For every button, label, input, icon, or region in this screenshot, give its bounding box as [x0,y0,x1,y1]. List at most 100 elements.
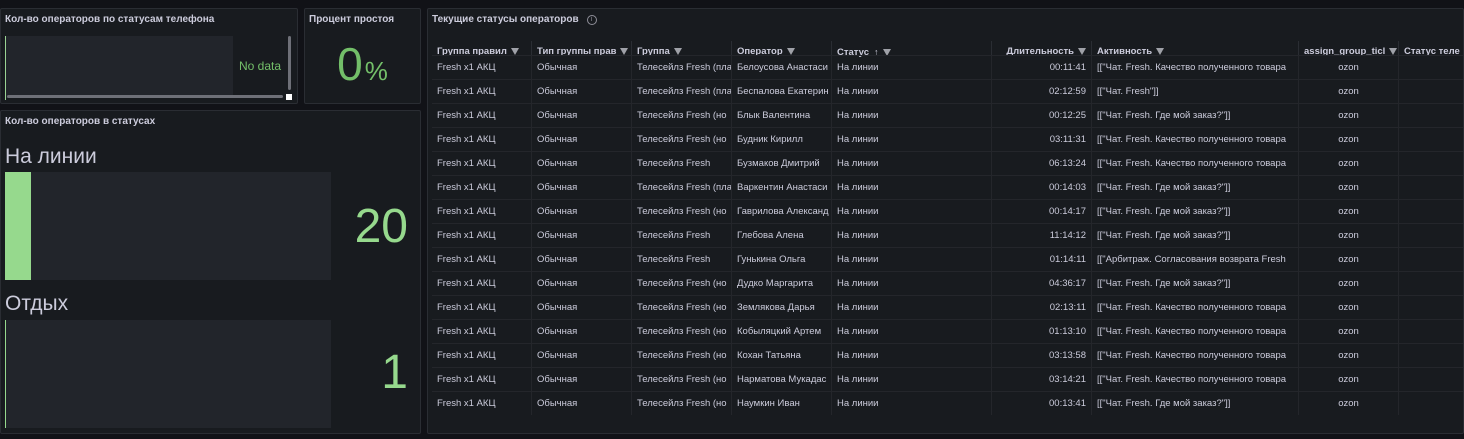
cell-operator: Землякова Дарья [732,296,832,319]
cell-duration: 01:13:10 [992,320,1092,343]
panel-title: Кол-во операторов в статусах [5,116,156,127]
table-row[interactable]: Fresh x1 АКЦ Обычная Телесейлз Fresh (пла Б… [432,55,1463,79]
cell-group-type: Обычная [532,200,632,223]
filter-icon[interactable] [786,48,795,55]
cell-group: Телесейлз Fresh (но [632,368,732,391]
table-row[interactable]: Fresh x1 АКЦ Обычная Телесейлз Fresh Глебов… [432,223,1463,247]
table-row[interactable]: Fresh x1 АКЦ Обычная Телесейлз Fresh Гуньки… [432,247,1463,271]
panel-status-counts: Кол-во операторов в статусах На линии 20… [0,110,421,434]
scroll-corner [286,94,292,100]
table-row[interactable]: Fresh x1 АКЦ Обычная Телесейлз Fresh (но Бу… [432,127,1463,151]
cell-duration: 06:13:24 [992,152,1092,175]
cell-group-type: Обычная [532,152,632,175]
cell-group-type: Обычная [532,104,632,127]
vertical-scrollbar[interactable] [288,36,291,90]
cell-group: Телесейлз Fresh (но [632,392,732,415]
cell-activity: [["Чат. Fresh. Качество полученного това… [1092,368,1299,391]
table-row[interactable]: Fresh x1 АКЦ Обычная Телесейлз Fresh (но Га… [432,199,1463,223]
bar-value: 1 [381,346,408,399]
cell-group: Телесейлз Fresh [632,224,732,247]
cell-rule-group: Fresh x1 АКЦ [432,344,532,367]
horizontal-scrollbar[interactable] [7,95,283,98]
cell-rule-group: Fresh x1 АКЦ [432,224,532,247]
cell-phone-status [1399,152,1463,175]
cell-assign-group: ozon [1299,344,1399,367]
cell-activity: [["Чат. Fresh. Качество полученного това… [1092,128,1299,151]
cell-group-type: Обычная [532,224,632,247]
cell-phone-status [1399,344,1463,367]
cell-duration: 02:13:11 [992,296,1092,319]
cell-activity: [["Чат. Fresh. Качество полученного това… [1092,320,1299,343]
cell-phone-status [1399,272,1463,295]
cell-assign-group: ozon [1299,248,1399,271]
table-row[interactable]: Fresh x1 АКЦ Обычная Телесейлз Fresh (но Бл… [432,103,1463,127]
bar-value: 20 [354,200,408,253]
table-row[interactable]: Fresh x1 АКЦ Обычная Телесейлз Fresh (но Ко… [432,319,1463,343]
filter-icon[interactable] [1156,48,1165,55]
cell-group: Телесейлз Fresh [632,248,732,271]
cell-group-type: Обычная [532,248,632,271]
bar-label: На линии [5,145,97,168]
cell-assign-group: ozon [1299,80,1399,103]
cell-group: Телесейлз Fresh (но [632,128,732,151]
chart-axis [5,36,6,100]
cell-rule-group: Fresh x1 АКЦ [432,368,532,391]
cell-rule-group: Fresh x1 АКЦ [432,320,532,343]
idle-value: 0 [337,38,363,90]
cell-duration: 02:12:59 [992,80,1092,103]
cell-operator: Наумкин Иван [732,392,832,415]
cell-assign-group: ozon [1299,56,1399,79]
filter-icon[interactable] [510,48,519,55]
cell-operator: Беспалова Екатерин [732,80,832,103]
cell-duration: 00:11:41 [992,56,1092,79]
cell-group-type: Обычная [532,368,632,391]
cell-group: Телесейлз Fresh (пла [632,56,732,79]
table-row[interactable]: Fresh x1 АКЦ Обычная Телесейлз Fresh (но Ду… [432,271,1463,295]
cell-status: На линии [832,392,992,415]
table-row[interactable]: Fresh x1 АКЦ Обычная Телесейлз Fresh (но Ко… [432,343,1463,367]
cell-phone-status [1399,80,1463,103]
cell-group-type: Обычная [532,296,632,319]
filter-icon[interactable] [1078,48,1086,55]
cell-phone-status [1399,128,1463,151]
cell-group: Телесейлз Fresh (но [632,296,732,319]
cell-phone-status [1399,368,1463,391]
info-icon[interactable]: i [586,15,597,25]
table-row[interactable]: Fresh x1 АКЦ Обычная Телесейлз Fresh (но Зе… [432,295,1463,319]
cell-rule-group: Fresh x1 АКЦ [432,152,532,175]
cell-duration: 03:13:58 [992,344,1092,367]
cell-activity: [["Чат. Fresh. Где мой заказ?"]] [1092,272,1299,295]
filter-icon[interactable] [673,48,682,55]
table-row[interactable]: Fresh x1 АКЦ Обычная Телесейлз Fresh (но На… [432,391,1463,415]
cell-operator: Гунькина Ольга [732,248,832,271]
cell-group: Телесейлз Fresh (но [632,272,732,295]
bar-fill [5,172,31,280]
cell-operator: Бузмаков Дмитрий [732,152,832,175]
cell-status: На линии [832,128,992,151]
table-row[interactable]: Fresh x1 АКЦ Обычная Телесейлз Fresh (но На… [432,367,1463,391]
cell-group: Телесейлз Fresh (но [632,320,732,343]
table-row[interactable]: Fresh x1 АКЦ Обычная Телесейлз Fresh (пла В… [432,175,1463,199]
cell-group-type: Обычная [532,128,632,151]
cell-duration: 00:13:41 [992,392,1092,415]
cell-rule-group: Fresh x1 АКЦ [432,392,532,415]
cell-assign-group: ozon [1299,176,1399,199]
filter-icon[interactable] [1389,48,1398,55]
cell-rule-group: Fresh x1 АКЦ [432,80,532,103]
bar-track [5,320,331,428]
cell-rule-group: Fresh x1 АКЦ [432,176,532,199]
chart-area [5,36,233,98]
cell-group: Телесейлз Fresh (но [632,200,732,223]
cell-status: На линии [832,368,992,391]
table-row[interactable]: Fresh x1 АКЦ Обычная Телесейлз Fresh (пла Б… [432,79,1463,103]
cell-group-type: Обычная [532,56,632,79]
cell-assign-group: ozon [1299,392,1399,415]
cell-assign-group: ozon [1299,272,1399,295]
cell-operator: Кохан Татьяна [732,344,832,367]
cell-group-type: Обычная [532,272,632,295]
cell-operator: Гаврилова Александ [732,200,832,223]
cell-group-type: Обычная [532,176,632,199]
table-row[interactable]: Fresh x1 АКЦ Обычная Телесейлз Fresh Бузмак… [432,151,1463,175]
no-data-label: No data [239,59,282,73]
filter-icon[interactable] [620,48,629,55]
